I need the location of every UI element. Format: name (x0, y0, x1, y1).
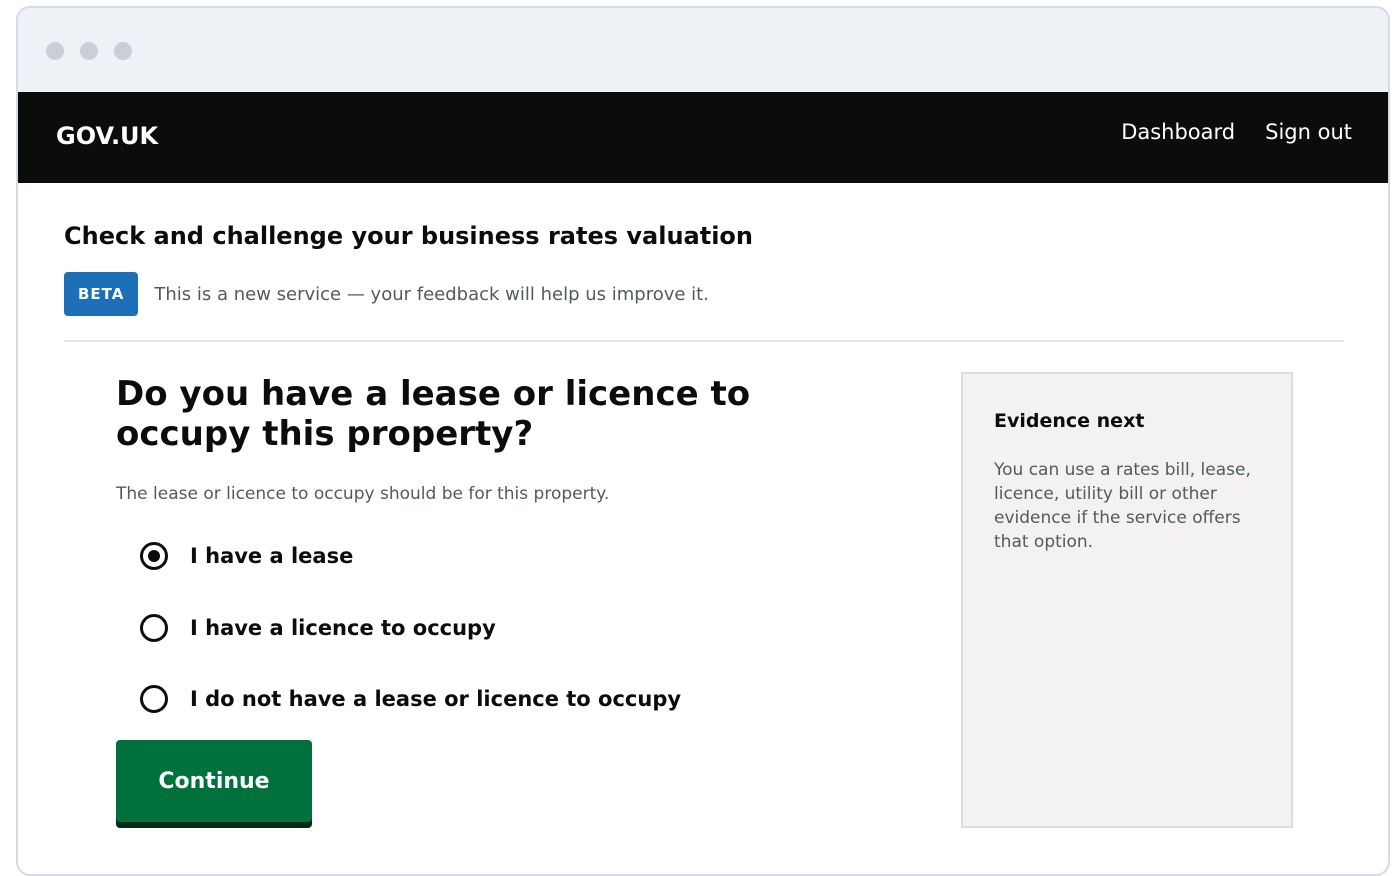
beta-tag: BETA (64, 272, 139, 316)
sidebar-body: You can use a rates bill, lease, licence… (994, 460, 1251, 552)
radio-label: I have a licence to occupy (190, 616, 496, 640)
section-divider (64, 340, 1344, 342)
radio-button[interactable] (140, 614, 168, 642)
question-heading: Do you have a lease or licence to occupy… (116, 374, 751, 454)
radio-button[interactable] (140, 685, 168, 713)
radio-option-lease[interactable]: I have a lease (140, 542, 353, 570)
window-titlebar (18, 8, 1388, 92)
radio-label: I have a lease (190, 544, 354, 568)
nav-dashboard-link[interactable]: Dashboard (1121, 120, 1235, 144)
question-hint: The lease or licence to occupy should be… (116, 484, 610, 504)
evidence-sidebar: Evidence next You can use a rates bill, … (961, 372, 1293, 828)
site-header: GOV.UK Dashboard Sign out (18, 92, 1388, 183)
window-control-dot[interactable] (114, 42, 132, 60)
radio-label: I do not have a lease or licence to occu… (190, 687, 682, 711)
header-nav: Dashboard Sign out (1121, 120, 1352, 144)
phase-banner-text: This is a new service — your feedback wi… (154, 283, 709, 305)
browser-window: GOV.UK Dashboard Sign out Check and chal… (16, 6, 1390, 876)
nav-sign-out-link[interactable]: Sign out (1265, 120, 1352, 144)
govuk-logo[interactable]: GOV.UK (56, 122, 158, 150)
radio-option-none[interactable]: I do not have a lease or licence to occu… (140, 685, 681, 713)
window-control-dot[interactable] (46, 42, 64, 60)
service-name: Check and challenge your business rates … (64, 222, 753, 250)
radio-button-selected[interactable] (140, 542, 168, 570)
continue-button[interactable]: Continue (116, 740, 312, 822)
radio-option-licence[interactable]: I have a licence to occupy (140, 614, 496, 642)
phase-banner: BETA This is a new service — your feedba… (64, 272, 709, 316)
window-control-dot[interactable] (80, 42, 98, 60)
sidebar-title: Evidence next (994, 410, 1145, 432)
